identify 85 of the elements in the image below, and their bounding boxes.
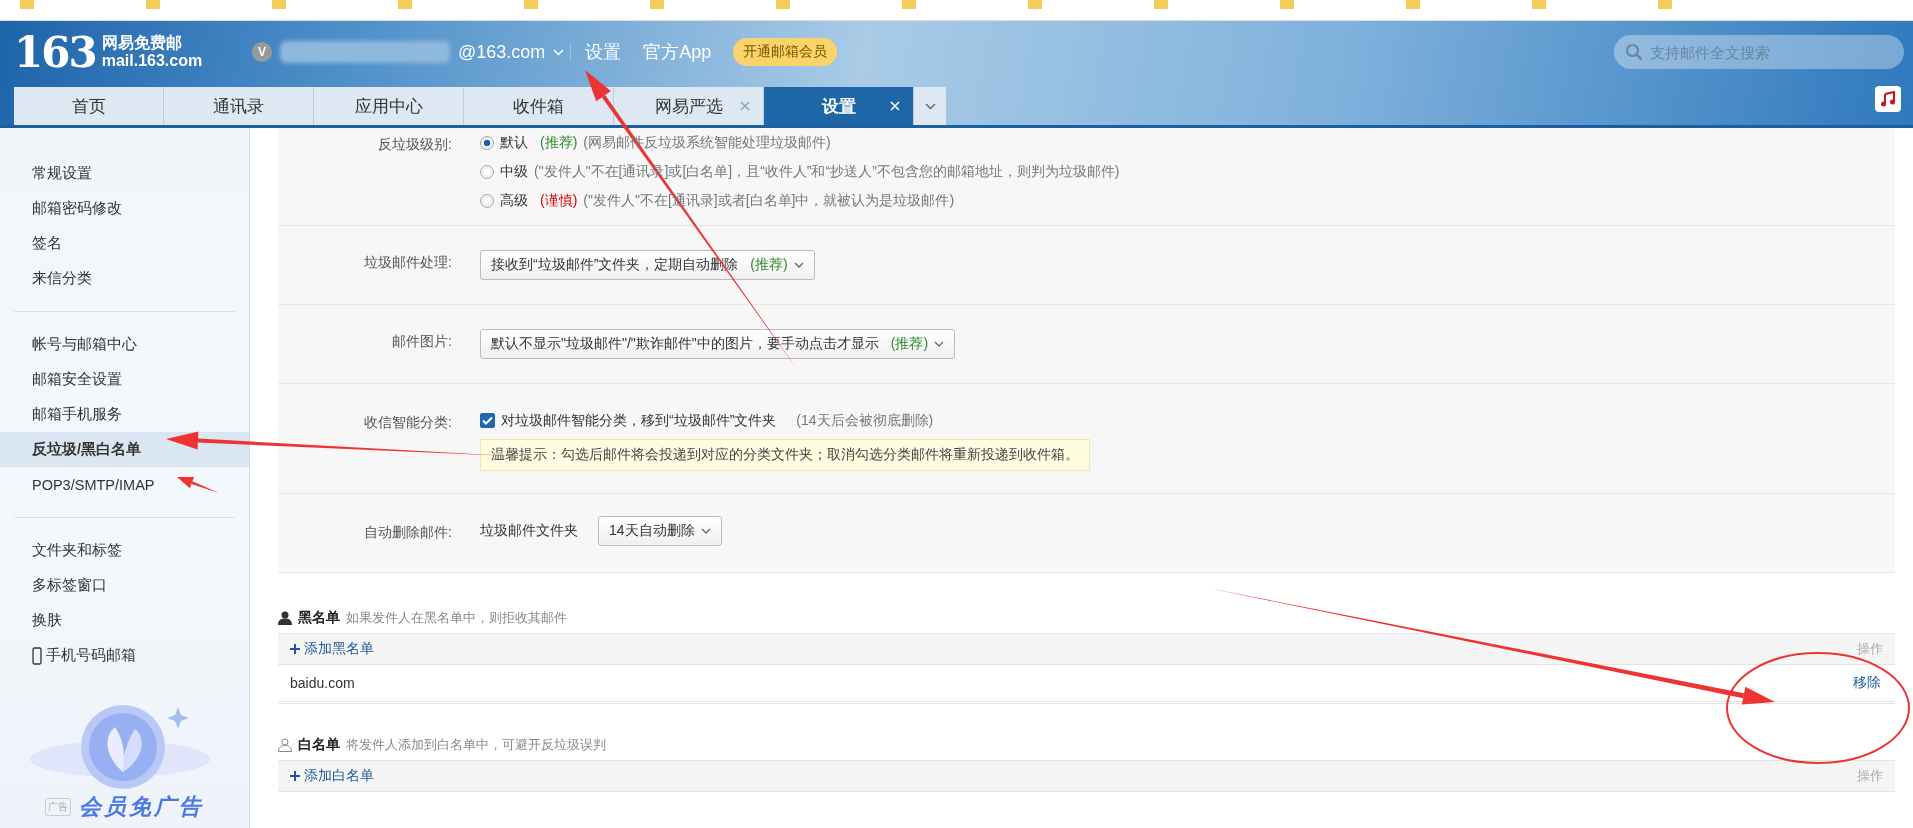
sidebar-item[interactable]: 反垃圾/黑白名单: [0, 432, 249, 467]
music-button[interactable]: [1875, 86, 1901, 112]
chevron-down-icon: [924, 102, 936, 110]
sidebar-item[interactable]: 邮箱手机服务: [0, 397, 249, 432]
tab[interactable]: 设置: [764, 87, 914, 125]
folder-icon[interactable]: [1280, 0, 1294, 9]
folder-icon[interactable]: [1658, 0, 1672, 9]
folder-icon[interactable]: [272, 0, 286, 9]
logo-domain: mail.163.com: [101, 52, 203, 70]
checkbox[interactable]: [480, 413, 495, 428]
folder-icon[interactable]: [902, 0, 916, 9]
folder-icon[interactable]: [1028, 0, 1042, 9]
tab[interactable]: 网易严选: [614, 87, 764, 125]
sidebar-item[interactable]: 文件夹和标签: [0, 533, 249, 568]
caret-icon: [934, 341, 945, 347]
checkbox-note: (14天后会被彻底删除): [796, 411, 934, 430]
sidebar-item[interactable]: 多标签窗口: [0, 568, 249, 603]
add-link[interactable]: 添加黑名单: [290, 640, 374, 658]
annotation-arrow: [177, 477, 219, 493]
section-title: 白名单: [298, 736, 340, 754]
dropdown[interactable]: 默认不显示"垃圾邮件"/"欺诈邮件"中的图片，要手动点击才显示 (推荐): [480, 329, 956, 359]
folder-icon[interactable]: [1532, 0, 1546, 9]
sidebar-item[interactable]: POP3/SMTP/IMAP: [0, 467, 249, 502]
setting-label: 反垃圾级别:: [378, 136, 452, 154]
search-icon: [1625, 43, 1643, 61]
folder-icon[interactable]: [1154, 0, 1168, 9]
remove-link[interactable]: 移除: [1853, 674, 1881, 692]
vip-button[interactable]: 开通邮箱会员: [733, 38, 838, 66]
section-hint: 将发件人添加到白名单中，可避开反垃圾误判: [346, 736, 606, 754]
sidebar-item[interactable]: 帐号与邮箱中心: [0, 327, 249, 362]
sidebar-item[interactable]: 邮箱安全设置: [0, 362, 249, 397]
option-label: 默认: [500, 133, 528, 152]
option-label: 高级: [500, 191, 528, 210]
vip-badge: V: [252, 42, 272, 62]
hint-banner: 温馨提示：勾选后邮件将会投递到对应的分类文件夹；取消勾选分类邮件将重新投递到收件箱。: [480, 439, 1090, 471]
checkbox-label: 对垃圾邮件智能分类，移到“垃圾邮件”文件夹: [501, 411, 777, 430]
person-icon: [278, 611, 292, 625]
sidebar-item[interactable]: 手机号码邮箱: [0, 638, 249, 673]
sidebar-item[interactable]: 换肤: [0, 603, 249, 638]
person-outline-icon: [278, 738, 292, 752]
add-link[interactable]: 添加白名单: [290, 767, 374, 785]
folder-icon[interactable]: [398, 0, 412, 9]
column-header: 操作: [1857, 640, 1883, 658]
radio-button[interactable]: [480, 164, 494, 179]
radio-button[interactable]: [480, 135, 494, 150]
section-title: 黑名单: [298, 609, 340, 627]
plus-icon: [290, 771, 300, 781]
tab[interactable]: 通讯录: [164, 87, 314, 125]
table-cell: baidu.com: [290, 675, 355, 691]
setting-label: 自动删除邮件:: [364, 524, 452, 542]
sidebar-item[interactable]: 常规设置: [0, 156, 249, 191]
tab-menu-button[interactable]: [914, 87, 946, 125]
setting-label: 收信智能分类:: [364, 414, 452, 432]
tab[interactable]: 收件箱: [464, 87, 614, 125]
tab[interactable]: 应用中心: [314, 87, 464, 125]
radio-button[interactable]: [480, 193, 494, 208]
section-hint: 如果发件人在黑名单中，则拒收其邮件: [346, 609, 567, 627]
option-label: 中级: [500, 162, 528, 181]
plus-icon: [290, 644, 300, 654]
music-note-icon: [1880, 91, 1896, 107]
dropdown[interactable]: 14天自动删除: [598, 516, 722, 546]
sidebar-item[interactable]: 邮箱密码修改: [0, 191, 249, 226]
sidebar-item[interactable]: 签名: [0, 226, 249, 261]
tab[interactable]: 首页: [14, 87, 164, 125]
setting-label: 邮件图片:: [392, 333, 452, 351]
field-label: 垃圾邮件文件夹: [480, 522, 578, 540]
chevron-down-icon[interactable]: [553, 48, 565, 56]
setting-label: 垃圾邮件处理:: [364, 254, 452, 272]
logo-number: 163: [14, 27, 96, 77]
column-header: 操作: [1857, 767, 1883, 785]
folder-icon[interactable]: [776, 0, 790, 9]
phone-icon: [32, 646, 42, 665]
option-tag: (推荐): [540, 133, 578, 152]
caret-icon: [700, 528, 711, 534]
folder-icon[interactable]: [146, 0, 160, 9]
folder-icon[interactable]: [650, 0, 664, 9]
folder-icon[interactable]: [20, 0, 34, 9]
ad-text[interactable]: 会员免广告: [79, 792, 204, 822]
folder-icon[interactable]: [524, 0, 538, 9]
logo-name: 网易免费邮: [101, 34, 183, 52]
sidebar-item[interactable]: 来信分类: [0, 261, 249, 296]
caret-icon: [793, 262, 804, 268]
ad-badge: 广告: [45, 798, 71, 816]
folder-icon[interactable]: [1406, 0, 1420, 9]
option-tag: (谨慎): [540, 191, 578, 210]
